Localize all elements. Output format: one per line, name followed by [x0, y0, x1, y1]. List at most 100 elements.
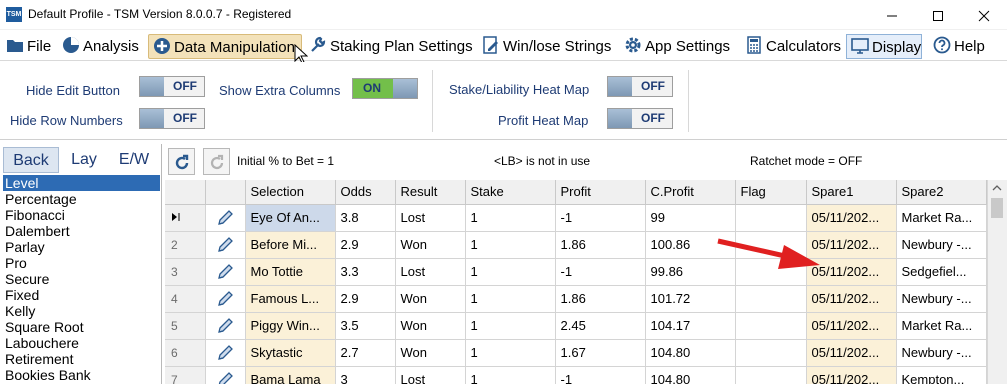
- row-number-cell[interactable]: 7: [165, 366, 206, 384]
- stake-cell[interactable]: 1: [465, 258, 556, 286]
- result-cell[interactable]: Won: [395, 285, 466, 313]
- spare1-cell[interactable]: 05/11/202...: [806, 312, 897, 340]
- odds-cell[interactable]: 3.3: [335, 258, 396, 286]
- staking-method-item[interactable]: Fixed: [3, 287, 160, 303]
- column-header-stake[interactable]: Stake: [465, 180, 556, 205]
- selection-cell[interactable]: Famous L...: [245, 285, 336, 313]
- table-row[interactable]: 6 Skytastic 2.7 Won 1 1.67 104.80 05/11/202... N…: [165, 339, 987, 367]
- tab-lay[interactable]: Lay: [61, 147, 107, 173]
- profit-cell[interactable]: 1.67: [555, 339, 646, 367]
- staking-method-item[interactable]: Parlay: [3, 239, 160, 255]
- flag-cell[interactable]: [735, 312, 807, 340]
- staking-method-item[interactable]: Labouchere: [3, 335, 160, 351]
- profit-heat-map-toggle[interactable]: OFF: [607, 108, 673, 129]
- edit-row-button[interactable]: [205, 312, 246, 340]
- spare2-cell[interactable]: Kempton...: [896, 366, 987, 384]
- edit-row-button[interactable]: [205, 231, 246, 259]
- staking-method-item[interactable]: Dalembert: [3, 223, 160, 239]
- stake-liability-heat-map-toggle[interactable]: OFF: [607, 76, 673, 97]
- result-cell[interactable]: Lost: [395, 204, 466, 232]
- staking-method-item[interactable]: Secure: [3, 271, 160, 287]
- stake-cell[interactable]: 1: [465, 312, 556, 340]
- edit-row-button[interactable]: [205, 339, 246, 367]
- menu-help[interactable]: Help: [929, 34, 985, 59]
- result-cell[interactable]: Lost: [395, 366, 466, 384]
- column-header-cprofit[interactable]: C.Profit: [645, 180, 736, 205]
- odds-cell[interactable]: 3: [335, 366, 396, 384]
- table-row[interactable]: 3 Mo Tottie 3.3 Lost 1 -1 99.86 05/11/202... Sed…: [165, 258, 987, 286]
- table-row[interactable]: 5 Piggy Win... 3.5 Won 1 2.45 104.17 05/11/202.…: [165, 312, 987, 340]
- tab-back[interactable]: Back: [3, 147, 59, 173]
- column-header-spare2[interactable]: Spare2: [896, 180, 987, 205]
- hide-edit-button-toggle[interactable]: OFF: [139, 76, 205, 97]
- menu-win-lose-strings[interactable]: Win/lose Strings: [478, 34, 611, 59]
- menu-analysis[interactable]: Analysis: [58, 34, 139, 59]
- selection-cell[interactable]: Piggy Win...: [245, 312, 336, 340]
- selection-cell[interactable]: Before Mi...: [245, 231, 336, 259]
- stake-cell[interactable]: 1: [465, 231, 556, 259]
- profit-cell[interactable]: 1.86: [555, 285, 646, 313]
- result-cell[interactable]: Won: [395, 312, 466, 340]
- profit-cell[interactable]: -1: [555, 258, 646, 286]
- cprofit-cell[interactable]: 104.17: [645, 312, 736, 340]
- tab-ew[interactable]: E/W: [109, 147, 159, 173]
- row-number-cell[interactable]: 3: [165, 258, 206, 286]
- staking-method-item[interactable]: Square Root: [3, 319, 160, 335]
- spare2-cell[interactable]: Sedgefiel...: [896, 258, 987, 286]
- spare1-cell[interactable]: 05/11/202...: [806, 285, 897, 313]
- cprofit-cell[interactable]: 99: [645, 204, 736, 232]
- cprofit-cell[interactable]: 104.80: [645, 366, 736, 384]
- row-number-cell[interactable]: 5: [165, 312, 206, 340]
- profit-cell[interactable]: 2.45: [555, 312, 646, 340]
- minimize-button[interactable]: [869, 0, 915, 30]
- profit-cell[interactable]: 1.86: [555, 231, 646, 259]
- row-number-cell[interactable]: 2: [165, 231, 206, 259]
- result-cell[interactable]: Won: [395, 231, 466, 259]
- flag-cell[interactable]: [735, 366, 807, 384]
- spare2-cell[interactable]: Market Ra...: [896, 204, 987, 232]
- staking-method-item[interactable]: Bookies Bank: [3, 367, 160, 383]
- hide-row-numbers-toggle[interactable]: OFF: [139, 108, 205, 129]
- flag-cell[interactable]: [735, 204, 807, 232]
- odds-cell[interactable]: 3.8: [335, 204, 396, 232]
- result-cell[interactable]: Won: [395, 339, 466, 367]
- flag-cell[interactable]: [735, 285, 807, 313]
- profit-cell[interactable]: -1: [555, 204, 646, 232]
- menu-staking-plan-settings[interactable]: Staking Plan Settings: [305, 34, 473, 59]
- table-row[interactable]: 2 Before Mi... 2.9 Won 1 1.86 100.86 05/11/202.…: [165, 231, 987, 259]
- stake-cell[interactable]: 1: [465, 339, 556, 367]
- odds-cell[interactable]: 2.9: [335, 231, 396, 259]
- column-header-odds[interactable]: Odds: [335, 180, 396, 205]
- show-extra-columns-toggle[interactable]: ON: [352, 78, 418, 99]
- selection-cell[interactable]: Eye Of An...: [245, 204, 336, 232]
- stake-cell[interactable]: 1: [465, 366, 556, 384]
- edit-row-button[interactable]: [205, 204, 246, 232]
- column-header-profit[interactable]: Profit: [555, 180, 646, 205]
- menu-file[interactable]: File: [2, 34, 51, 59]
- spare2-cell[interactable]: Newbury -...: [896, 339, 987, 367]
- column-header-selection[interactable]: Selection: [245, 180, 336, 205]
- close-button[interactable]: [961, 0, 1007, 30]
- spare2-cell[interactable]: Market Ra...: [896, 312, 987, 340]
- flag-cell[interactable]: [735, 339, 807, 367]
- recalculate-button[interactable]: [168, 148, 195, 175]
- spare1-cell[interactable]: 05/11/202...: [806, 366, 897, 384]
- edit-row-button[interactable]: [205, 285, 246, 313]
- profit-cell[interactable]: -1: [555, 366, 646, 384]
- cprofit-cell[interactable]: 101.72: [645, 285, 736, 313]
- selection-cell[interactable]: Mo Tottie: [245, 258, 336, 286]
- spare1-cell[interactable]: 05/11/202...: [806, 204, 897, 232]
- cprofit-cell[interactable]: 104.80: [645, 339, 736, 367]
- redo-button[interactable]: [203, 148, 230, 175]
- column-header-flag[interactable]: Flag: [735, 180, 807, 205]
- odds-cell[interactable]: 2.7: [335, 339, 396, 367]
- table-row[interactable]: 7 Bama Lama 3 Lost 1 -1 104.80 05/11/202... Kemp…: [165, 366, 987, 384]
- menu-calculators[interactable]: Calculators: [741, 34, 841, 59]
- result-cell[interactable]: Lost: [395, 258, 466, 286]
- spare2-cell[interactable]: Newbury -...: [896, 285, 987, 313]
- table-row[interactable]: Eye Of An... 3.8 Lost 1 -1 99 05/11/202... Mark…: [165, 204, 987, 232]
- staking-method-item[interactable]: Pro: [3, 255, 160, 271]
- menu-display[interactable]: Display: [846, 34, 923, 59]
- odds-cell[interactable]: 3.5: [335, 312, 396, 340]
- scrollbar-thumb[interactable]: [991, 198, 1003, 218]
